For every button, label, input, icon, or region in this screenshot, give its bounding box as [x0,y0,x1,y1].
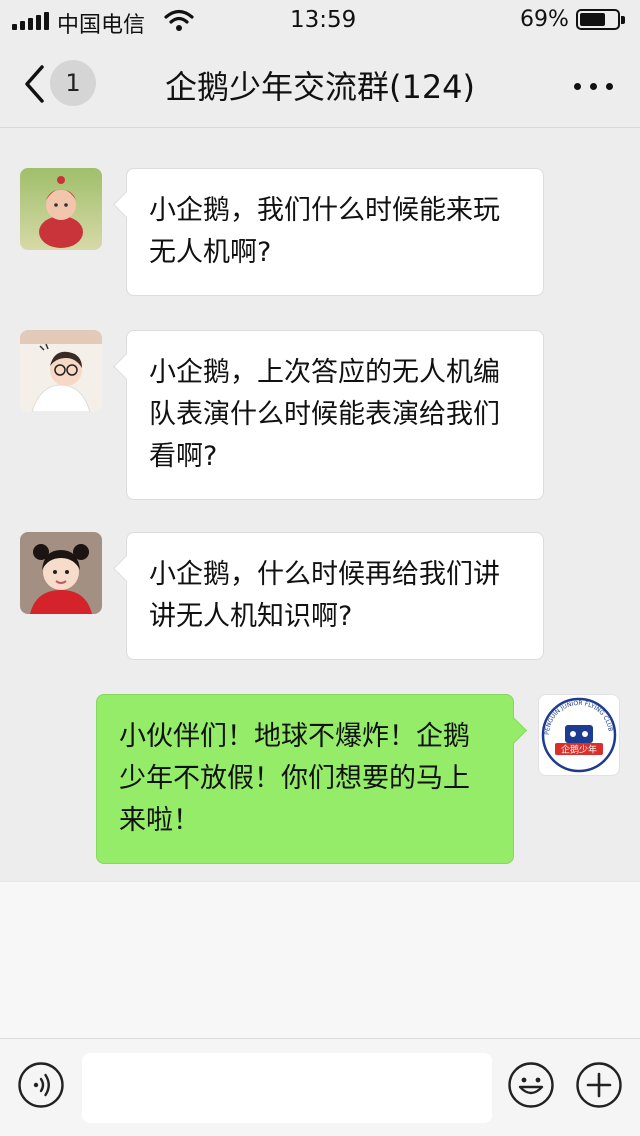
child-with-glasses-avatar[interactable] [20,330,102,412]
wifi-icon [164,8,194,38]
emoji-button[interactable] [507,1061,555,1109]
penguin-junior-flying-club-logo[interactable]: PENGUIN JUNIOR FLYING CLUB 企鹅少年 [538,694,620,776]
battery-icon [576,9,625,30]
chat-header: 1 企鹅少年交流群(124) [0,40,640,128]
plus-icon [576,1062,622,1108]
message-list[interactable]: 小企鹅，我们什么时候能来玩无人机啊? 小企鹅，上次答应的无人机编队表演什么时候能… [0,128,640,881]
carrier-name: 中国电信 [57,13,146,38]
unread-count-badge: 1 [50,60,96,106]
child-in-red-costume-avatar[interactable] [20,168,102,250]
message-input[interactable] [82,1053,492,1123]
svg-text:企鹅少年: 企鹅少年 [561,744,597,756]
message-bubble-incoming[interactable]: 小企鹅，什么时候再给我们讲讲无人机知识啊? [126,532,544,660]
chat-input-bar [0,1038,640,1136]
back-button[interactable]: 1 [14,56,104,112]
message-bubble-incoming[interactable]: 小企鹅，上次答应的无人机编队表演什么时候能表演给我们看啊? [126,330,544,500]
emoji-icon [508,1062,554,1108]
voice-icon [18,1062,64,1108]
more-options-button[interactable] [560,60,626,110]
signal-strength-icon [12,12,49,30]
status-bar: 中国电信 13:59 69% [0,0,640,40]
more-dot-icon [590,83,597,90]
more-functions-button[interactable] [575,1061,623,1109]
clock: 13:59 [290,7,357,33]
battery-percent: 69% [520,7,569,32]
more-dot-icon [606,83,613,90]
message-bubble-outgoing[interactable]: 小伙伴们！地球不爆炸！企鹅少年不放假！你们想要的马上来啦！ [96,694,514,864]
blank-panel [0,881,640,1038]
chevron-left-icon [25,65,44,103]
battery-fill [580,13,605,26]
more-dot-icon [574,83,581,90]
girl-with-hair-buns-avatar[interactable] [20,532,102,614]
message-bubble-incoming[interactable]: 小企鹅，我们什么时候能来玩无人机啊? [126,168,544,296]
voice-button[interactable] [17,1061,65,1109]
